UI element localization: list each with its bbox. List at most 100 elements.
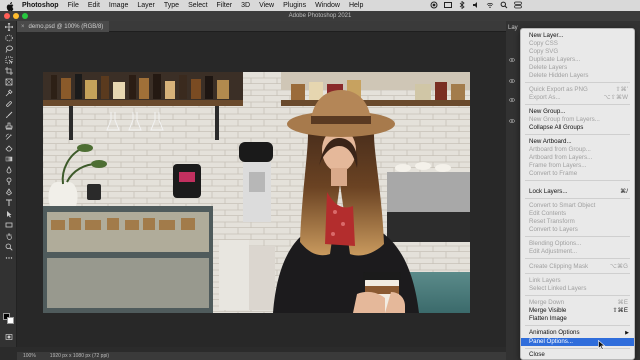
record-icon[interactable] — [430, 1, 438, 9]
document-info[interactable]: 1920 px x 1080 px (72 ppi) — [50, 353, 109, 359]
layer-visibility-eye-icon[interactable] — [509, 98, 515, 102]
menu-item-blending-options[interactable]: Blending Options... — [521, 240, 634, 248]
menu-file[interactable]: File — [68, 0, 79, 11]
menu-view[interactable]: View — [259, 0, 274, 11]
menu-item-edit-adjustment[interactable]: Edit Adjustment... — [521, 248, 634, 256]
menu-item-artboard-from-group[interactable]: Artboard from Group... — [521, 146, 634, 154]
menu-item-new-group[interactable]: New Group... — [521, 108, 634, 116]
menu-item-delete-layers[interactable]: Delete Layers — [521, 64, 634, 72]
minimize-window-button[interactable] — [13, 13, 19, 19]
search-icon[interactable] — [500, 1, 508, 9]
shortcut-label: ⌘/ — [620, 188, 628, 195]
background-color-swatch[interactable] — [7, 317, 14, 324]
app-titlebar: Adobe Photoshop 2021 — [0, 11, 640, 21]
menu-item-convert-to-frame[interactable]: Convert to Frame — [521, 170, 634, 178]
eraser-tool[interactable] — [0, 142, 17, 153]
layers-panel-tab[interactable]: Lay — [508, 25, 518, 31]
menu-item-collapse-all-groups[interactable]: Collapse All Groups — [521, 124, 634, 132]
clone-stamp-tool[interactable] — [0, 120, 17, 131]
window-controls — [4, 13, 28, 19]
object-selection-tool[interactable] — [0, 54, 17, 65]
menu-item-artboard-from-layers[interactable]: Artboard from Layers... — [521, 154, 634, 162]
menu-select[interactable]: Select — [188, 0, 207, 11]
menu-item-flatten-image[interactable]: Flatten Image — [521, 315, 634, 323]
menu-item-link-layers[interactable]: Link Layers — [521, 277, 634, 285]
rectangle-tool[interactable] — [0, 219, 17, 230]
menu-3d[interactable]: 3D — [241, 0, 250, 11]
close-tab-icon[interactable]: × — [21, 24, 25, 30]
menu-item-duplicate-layers[interactable]: Duplicate Layers... — [521, 56, 634, 64]
menu-window[interactable]: Window — [315, 0, 340, 11]
blur-tool[interactable] — [0, 164, 17, 175]
document-tab[interactable]: × demo.psd @ 100% (RGB/8) — [17, 21, 109, 32]
gradient-tool[interactable] — [0, 153, 17, 164]
eyedropper-tool[interactable] — [0, 87, 17, 98]
move-tool[interactable] — [0, 21, 17, 32]
menu-type[interactable]: Type — [164, 0, 179, 11]
close-window-button[interactable] — [4, 13, 10, 19]
menu-plugins[interactable]: Plugins — [283, 0, 306, 11]
ellipsis-icon — [5, 256, 12, 259]
wifi-icon[interactable] — [486, 1, 494, 9]
menu-item-create-clipping-mask[interactable]: Create Clipping Mask ⌥⌘G — [521, 263, 634, 271]
ellipse-marquee-icon — [4, 34, 13, 41]
menu-item-convert-to-smart-object[interactable]: Convert to Smart Object — [521, 202, 634, 210]
layer-visibility-eye-icon[interactable] — [509, 58, 515, 62]
healing-brush-tool[interactable] — [0, 98, 17, 109]
history-brush-tool[interactable] — [0, 131, 17, 142]
menu-item-merge-down[interactable]: Merge Down ⌘E — [521, 299, 634, 307]
control-center-icon[interactable] — [514, 1, 522, 9]
lasso-tool[interactable] — [0, 43, 17, 54]
menu-filter[interactable]: Filter — [217, 0, 233, 11]
dodge-tool[interactable] — [0, 175, 17, 186]
menu-item-new-artboard[interactable]: New Artboard... — [521, 138, 634, 146]
layer-visibility-eye-icon[interactable] — [509, 119, 515, 123]
zoom-level[interactable]: 100% — [23, 353, 36, 359]
menu-help[interactable]: Help — [349, 0, 363, 11]
shortcut-label: ⌥⇧⌘W — [603, 94, 628, 101]
hand-tool[interactable] — [0, 230, 17, 241]
menu-app-name[interactable]: Photoshop — [22, 0, 59, 11]
menu-item-frame-from-layers[interactable]: Frame from Layers... — [521, 162, 634, 170]
type-tool[interactable] — [0, 197, 17, 208]
marquee-tool[interactable] — [0, 32, 17, 43]
apple-icon[interactable] — [6, 1, 14, 11]
path-selection-tool[interactable] — [0, 208, 17, 219]
canvas-image[interactable] — [43, 72, 470, 313]
mac-menubar: Photoshop File Edit Image Layer Type Sel… — [0, 0, 640, 11]
bluetooth-icon[interactable] — [458, 0, 466, 10]
dodge-icon — [6, 177, 11, 185]
menu-item-animation-options[interactable]: Animation Options ▶ — [521, 329, 634, 337]
menu-item-merge-visible[interactable]: Merge Visible ⇧⌘E — [521, 307, 634, 315]
volume-icon[interactable] — [472, 1, 480, 9]
menu-item-panel-options[interactable]: Panel Options... — [521, 338, 634, 346]
menu-item-close[interactable]: Close — [521, 351, 634, 359]
menu-item-copy-css[interactable]: Copy CSS — [521, 40, 634, 48]
rectangle-icon — [5, 222, 12, 227]
menu-item-delete-hidden-layers[interactable]: Delete Hidden Layers — [521, 72, 634, 80]
more-tools[interactable] — [0, 252, 17, 263]
menu-item-select-linked-layers[interactable]: Select Linked Layers — [521, 285, 634, 293]
menu-edit[interactable]: Edit — [88, 0, 100, 11]
menu-item-copy-svg[interactable]: Copy SVG — [521, 48, 634, 56]
menu-item-edit-contents[interactable]: Edit Contents — [521, 210, 634, 218]
pen-tool[interactable] — [0, 186, 17, 197]
display-icon[interactable] — [444, 1, 452, 9]
layers-panel-menu: New Layer... Copy CSS Copy SVG Duplicate… — [520, 28, 635, 360]
menu-item-new-layer[interactable]: New Layer... — [521, 32, 634, 40]
zoom-window-button[interactable] — [22, 13, 28, 19]
menu-layer[interactable]: Layer — [137, 0, 155, 11]
layer-visibility-eye-icon[interactable] — [509, 79, 515, 83]
menu-item-reset-transform[interactable]: Reset Transform — [521, 218, 634, 226]
menu-item-quick-export-png[interactable]: Quick Export as PNG ⇧⌘' — [521, 86, 634, 94]
menu-item-lock-layers[interactable]: Lock Layers... ⌘/ — [521, 188, 634, 196]
menu-item-convert-to-layers[interactable]: Convert to Layers — [521, 226, 634, 234]
crop-tool[interactable] — [0, 65, 17, 76]
frame-tool[interactable] — [0, 76, 17, 87]
quick-mask-button[interactable] — [0, 331, 17, 342]
menu-item-new-group-from-layers[interactable]: New Group from Layers... — [521, 116, 634, 124]
menu-item-export-as[interactable]: Export As... ⌥⇧⌘W — [521, 94, 634, 102]
brush-tool[interactable] — [0, 109, 17, 120]
zoom-tool[interactable] — [0, 241, 17, 252]
menu-image[interactable]: Image — [109, 0, 128, 11]
